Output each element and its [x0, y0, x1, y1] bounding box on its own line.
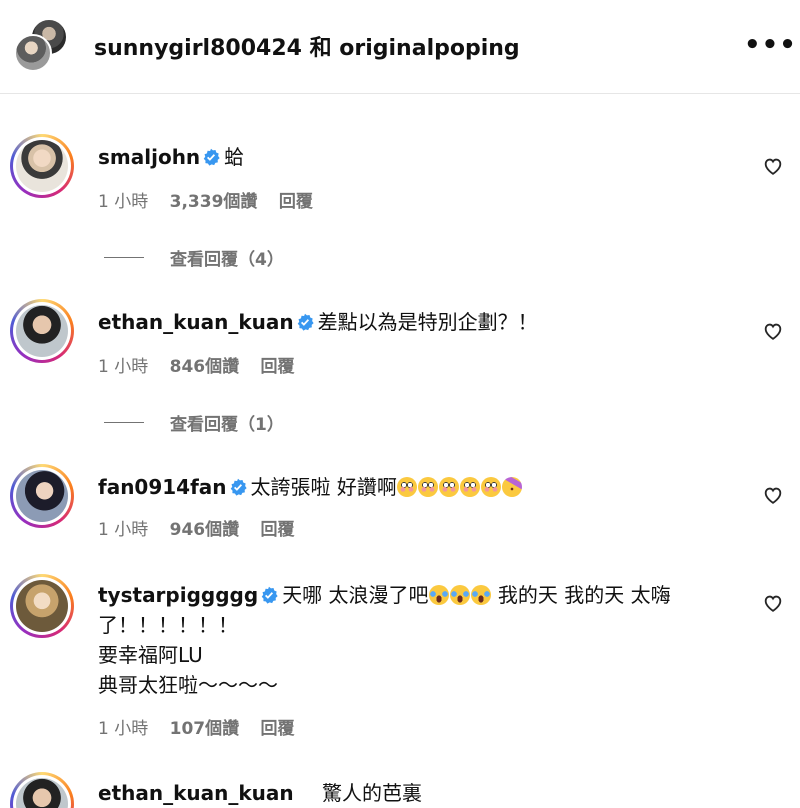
username[interactable]: smaljohn	[98, 145, 200, 169]
comment-time: 1 小時	[98, 520, 149, 540]
username[interactable]: ethan_kuan_kuan	[98, 310, 294, 334]
verified-badge-icon	[230, 478, 247, 496]
heart-icon[interactable]	[762, 155, 784, 177]
comment-time: 1 小時	[98, 357, 149, 377]
username[interactable]: fan0914fan	[98, 475, 227, 499]
like-count[interactable]: 3,339個讚	[170, 192, 258, 212]
comment-text-line: 了！！！！！！	[98, 613, 238, 637]
heart-icon[interactable]	[762, 320, 784, 342]
comment-text: smaljohn 蛤	[98, 142, 244, 172]
heart-icon[interactable]	[762, 484, 784, 506]
like-count[interactable]: 846個讚	[170, 357, 240, 377]
more-horizontal-icon[interactable]: •••	[744, 32, 797, 58]
reply-button[interactable]: 回覆	[261, 520, 295, 540]
partial-comment: ethan_kuan_kuan 驚人的芭裏	[0, 770, 800, 808]
divider	[104, 257, 144, 258]
like-count[interactable]: 946個讚	[170, 520, 240, 540]
flushed-face-icon	[480, 477, 501, 497]
tears-of-joy-icon	[449, 585, 470, 605]
comment-body: 太誇張啦 好讚啊	[250, 475, 397, 499]
comment-text: ethan_kuan_kuan 差點以為是特別企劃？！	[98, 307, 538, 337]
tears-of-joy-icon	[428, 585, 449, 605]
verified-badge-icon	[297, 313, 314, 331]
view-replies-label: 查看回覆（1）	[170, 415, 284, 435]
view-replies-button[interactable]: 查看回覆（1）	[104, 410, 284, 435]
like-count[interactable]: 107個讚	[170, 719, 240, 739]
username[interactable]: tystarpiggggg	[98, 583, 258, 607]
comment-time: 1 小時	[98, 192, 149, 212]
flushed-face-icon	[438, 477, 459, 497]
heart-icon[interactable]	[762, 592, 784, 614]
comment-text-line: 要幸福阿LU	[98, 643, 203, 667]
comment-meta: 1 小時 3,339個讚 回覆	[98, 187, 329, 212]
chat-header: sunnygirl800424 和 originalpoping •••	[0, 0, 800, 94]
tears-of-joy-icon	[470, 585, 491, 605]
header-avatars[interactable]	[14, 18, 70, 74]
avatar[interactable]	[10, 772, 74, 808]
comment-text: tystarpiggggg 天哪 太浪漫了吧 我的天 我的天 太嗨	[98, 580, 671, 610]
avatar[interactable]	[10, 299, 74, 363]
view-replies-button[interactable]: 查看回覆（4）	[104, 245, 284, 270]
flushed-face-icon	[396, 477, 417, 497]
comment-body: 驚人的芭裏	[322, 781, 422, 805]
avatar	[14, 34, 52, 72]
comment-time: 1 小時	[98, 719, 149, 739]
comment-body: 蛤	[224, 145, 245, 169]
divider	[104, 422, 144, 423]
header-title[interactable]: sunnygirl800424 和 originalpoping	[94, 30, 520, 62]
username[interactable]: ethan_kuan_kuan	[98, 778, 294, 808]
comment-meta: 1 小時 946個讚 回覆	[98, 515, 311, 540]
comment-text: fan0914fan 太誇張啦 好讚啊	[98, 472, 523, 502]
reply-button[interactable]: 回覆	[261, 719, 295, 739]
comment-text-line: 典哥太狂啦～～～～	[98, 673, 278, 697]
reply-button[interactable]: 回覆	[261, 357, 295, 377]
reply-button[interactable]: 回覆	[279, 192, 313, 212]
flushed-face-icon	[417, 477, 438, 497]
comment-body: 天哪 太浪漫了吧	[282, 583, 429, 607]
comment-body: 差點以為是特別企劃？！	[317, 310, 538, 334]
partying-face-icon	[501, 477, 522, 497]
avatar[interactable]	[10, 464, 74, 528]
comment-meta: 1 小時 107個讚 回覆	[98, 714, 311, 739]
verified-badge-icon	[203, 148, 220, 166]
view-replies-label: 查看回覆（4）	[170, 250, 284, 270]
verified-badge-icon	[261, 586, 278, 604]
flushed-face-icon	[459, 477, 480, 497]
comment-body: 我的天 我的天 太嗨	[491, 583, 671, 607]
comment-meta: 1 小時 846個讚 回覆	[98, 352, 311, 377]
avatar[interactable]	[10, 574, 74, 638]
avatar[interactable]	[10, 134, 74, 198]
